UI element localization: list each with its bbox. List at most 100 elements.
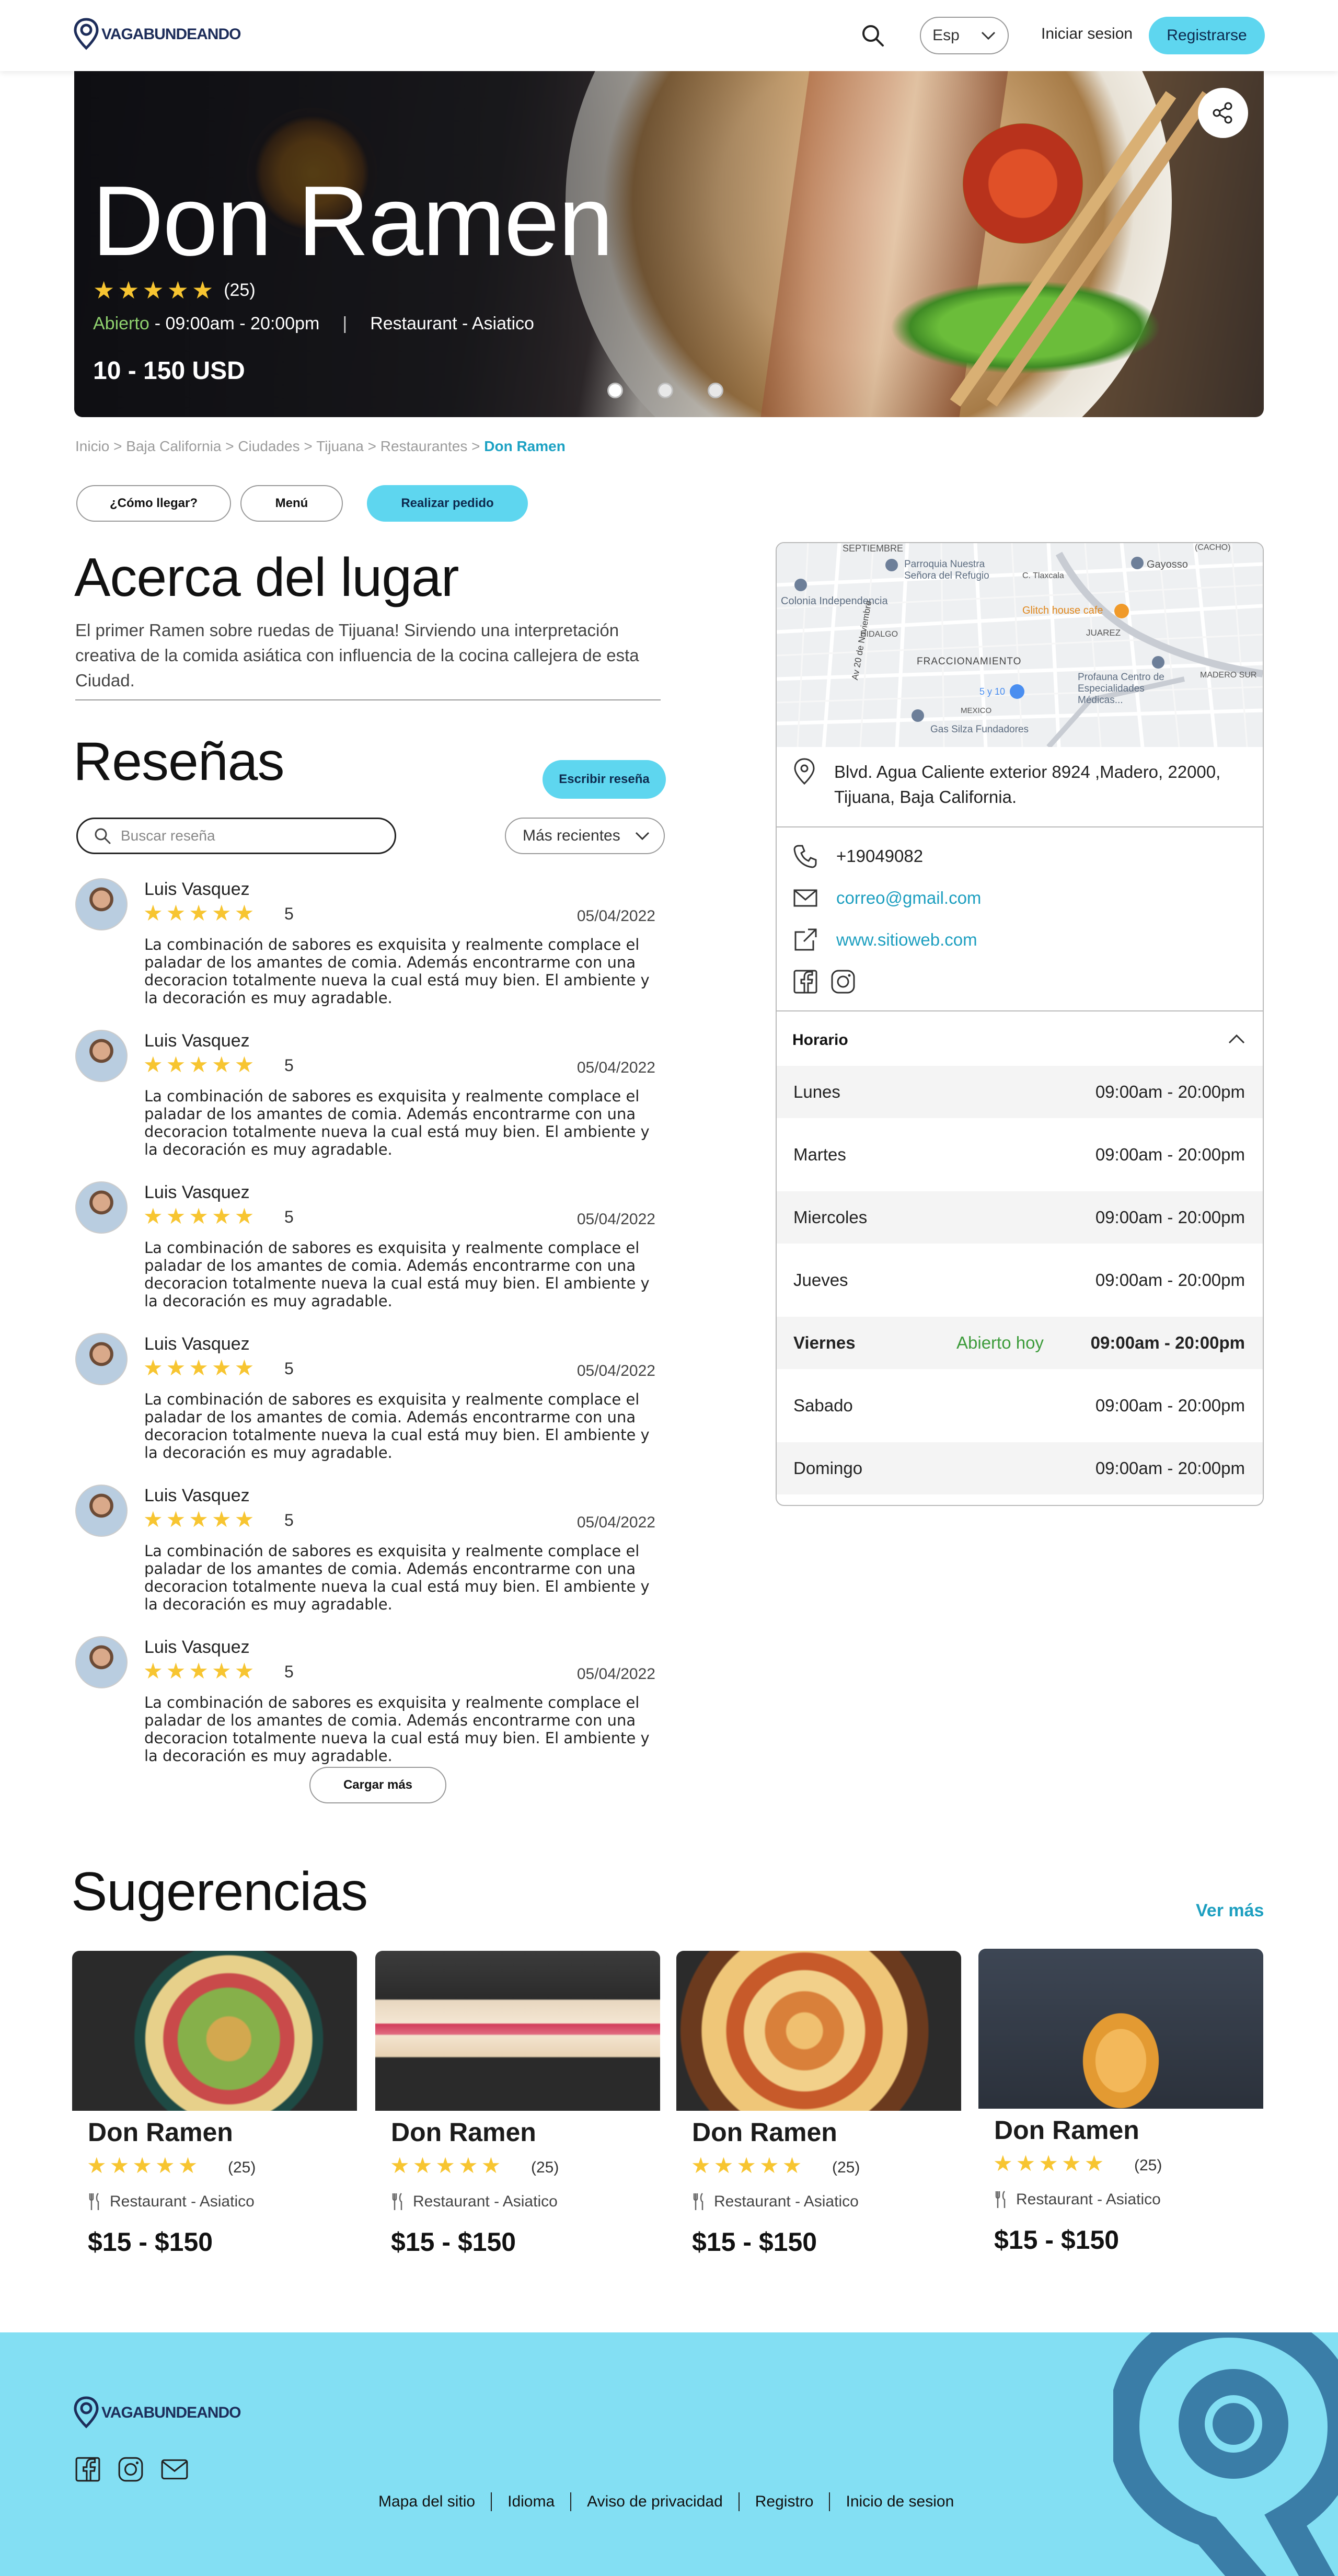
suggestion-price: $15 - $150 [391, 2227, 516, 2257]
suggestion-stars: ★★★★★ [390, 2153, 504, 2178]
sort-select[interactable]: Más recientes [505, 818, 665, 854]
avatar [75, 1333, 128, 1385]
map-label: C. Tlaxcala [1022, 571, 1064, 580]
about-title: Acerca del lugar [74, 547, 459, 608]
avatar [75, 878, 128, 930]
email-icon [793, 889, 817, 907]
map-pin-icon [1152, 656, 1164, 669]
footer-link-register[interactable]: Registro [755, 2493, 814, 2511]
review-text: La combinación de sabores es exquisita y… [144, 1087, 650, 1158]
email-row[interactable]: correo@gmail.com [792, 885, 981, 911]
carousel-dot[interactable] [708, 383, 723, 398]
instagram-icon[interactable] [117, 2456, 144, 2483]
review-search-input[interactable]: Buscar reseña [76, 818, 396, 854]
hours-row-thursday: Jueves 09:00am - 20:00pm [777, 1254, 1263, 1306]
map-label: (CACHO) [1195, 543, 1231, 552]
hero-status-line: Abierto - 09:00am - 20:00pm | Restaurant… [93, 314, 534, 334]
breadcrumb-separator: > [225, 438, 234, 454]
review-text: La combinación de sabores es exquisita y… [144, 1390, 650, 1462]
phone-number: +19049082 [836, 846, 924, 866]
breadcrumb-item[interactable]: Inicio [75, 438, 109, 454]
facebook-icon[interactable] [74, 2456, 101, 2483]
suggestion-category-text: Restaurant - Asiatico [413, 2193, 558, 2210]
email-link[interactable]: correo@gmail.com [836, 888, 981, 908]
info-card: SEPTIEMBRE Parroquia Nuestra Señora del … [776, 542, 1264, 1506]
hours-row-wednesday: Miercoles 09:00am - 20:00pm [777, 1191, 1263, 1244]
breadcrumb-item[interactable]: Tijuana [316, 438, 364, 454]
rating-stars: ★★★★★ [93, 277, 217, 304]
suggestion-stars: ★★★★★ [691, 2153, 805, 2178]
suggestion-card[interactable]: Don Ramen ★★★★★ (25) Restaurant - Asiati… [978, 1949, 1263, 2288]
chevron-down-icon [635, 832, 650, 841]
suggestion-rating-count: (25) [228, 2159, 256, 2176]
map-label: Parroquia Nuestra Señora del Refugio [904, 559, 989, 581]
write-review-button[interactable]: Escribir reseña [543, 760, 666, 799]
order-button[interactable]: Realizar pedido [367, 485, 528, 522]
review-item: Luis Vasquez ★★★★★ 5 05/04/2022 La combi… [75, 878, 655, 1030]
store-pin-icon [1010, 684, 1024, 699]
map-label: Profauna Centro de Especialidades Médica… [1078, 672, 1164, 706]
map-label: Glitch house cafe [1022, 605, 1103, 616]
footer-link-login[interactable]: Inicio de sesion [846, 2493, 954, 2511]
email-icon[interactable] [160, 2456, 189, 2483]
load-more-button[interactable]: Cargar más [309, 1767, 446, 1803]
instagram-icon[interactable] [830, 969, 856, 995]
login-link[interactable]: Iniciar sesion [1041, 25, 1133, 43]
review-item: Luis Vasquez ★★★★★ 5 05/04/2022 La combi… [75, 1485, 655, 1636]
location-map[interactable]: SEPTIEMBRE Parroquia Nuestra Señora del … [777, 543, 1263, 747]
avatar [75, 1030, 128, 1082]
breadcrumb-item[interactable]: Baja California [126, 438, 221, 454]
logo-pin-icon [74, 2396, 99, 2429]
review-text: La combinación de sabores es exquisita y… [144, 1694, 650, 1765]
reviewer-name: Luis Vasquez [144, 1637, 250, 1657]
register-button[interactable]: Registrarse [1149, 17, 1265, 54]
suggestion-name: Don Ramen [692, 2118, 837, 2147]
avatar [75, 1636, 128, 1688]
day-label: Domingo [793, 1458, 863, 1478]
footer-link-sitemap[interactable]: Mapa del sitio [378, 2493, 475, 2511]
phone-icon [793, 845, 817, 868]
facebook-icon[interactable] [792, 969, 818, 995]
search-icon[interactable] [860, 23, 885, 48]
hours-row-sunday: Domingo 09:00am - 20:00pm [777, 1442, 1263, 1494]
reviewer-name: Luis Vasquez [144, 1486, 250, 1505]
suggestion-stars: ★★★★★ [87, 2153, 201, 2178]
website-link[interactable]: www.sitioweb.com [836, 930, 977, 950]
see-more-link[interactable]: Ver más [1196, 1901, 1264, 1921]
day-hours: 09:00am - 20:00pm [1095, 1458, 1245, 1478]
breadcrumb-item[interactable]: Restaurantes [380, 438, 468, 454]
language-select[interactable]: Esp [920, 17, 1009, 54]
search-icon [95, 828, 111, 844]
review-item: Luis Vasquez ★★★★★ 5 05/04/2022 La combi… [75, 1030, 655, 1181]
chevron-up-icon[interactable] [1227, 1032, 1246, 1045]
review-search-placeholder: Buscar reseña [121, 827, 215, 844]
suggestion-price: $15 - $150 [88, 2227, 213, 2257]
day-hours: 09:00am - 20:00pm [1095, 1082, 1245, 1101]
separator: | [342, 314, 348, 334]
phone-row[interactable]: +19049082 [792, 843, 923, 869]
footer-logo[interactable]: VAGABUNDEANDO [73, 2396, 241, 2430]
breadcrumb-item[interactable]: Ciudades [238, 438, 299, 454]
divider [75, 699, 661, 700]
footer-link-privacy[interactable]: Aviso de privacidad [587, 2493, 723, 2511]
separator [491, 2492, 492, 2511]
divider [777, 826, 1263, 827]
pizza-image [676, 1951, 961, 2111]
map-label: Gayosso [1147, 559, 1188, 570]
review-date: 05/04/2022 [576, 1514, 655, 1531]
site-logo[interactable]: VAGABUNDEANDO [73, 18, 241, 51]
suggestion-card[interactable]: Don Ramen ★★★★★ (25) Restaurant - Asiati… [676, 1951, 961, 2291]
hours-title: Horario [792, 1031, 848, 1049]
carousel-dot[interactable] [658, 383, 673, 398]
carousel-dot[interactable] [607, 383, 623, 398]
map-label: MADERO SUR [1200, 671, 1257, 680]
suggestion-card[interactable]: Don Ramen ★★★★★ (25) Restaurant - Asiati… [72, 1951, 357, 2291]
day-hours: 09:00am - 20:00pm [1095, 1396, 1245, 1415]
directions-button[interactable]: ¿Cómo llegar? [76, 485, 231, 522]
share-button[interactable] [1198, 88, 1248, 138]
website-row[interactable]: www.sitioweb.com [792, 927, 977, 953]
suggestion-card[interactable]: Don Ramen ★★★★★ (25) Restaurant - Asiati… [375, 1951, 660, 2291]
open-today-label: Abierto hoy [956, 1333, 1044, 1352]
menu-button[interactable]: Menú [240, 485, 343, 522]
footer-link-language[interactable]: Idioma [507, 2493, 555, 2511]
